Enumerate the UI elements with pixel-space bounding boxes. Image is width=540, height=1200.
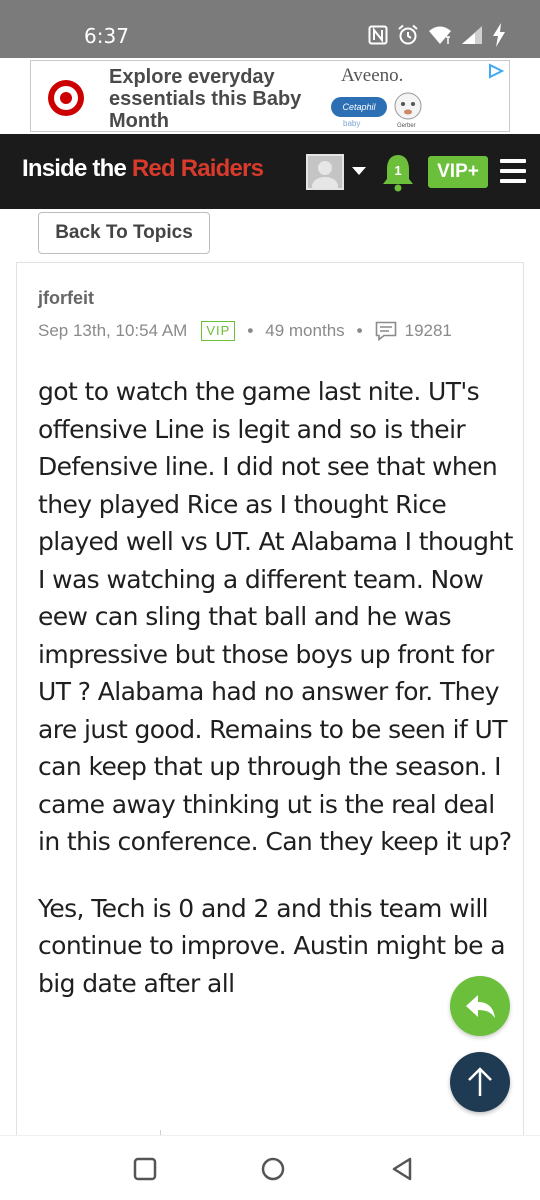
meta-separator: •	[356, 321, 363, 340]
system-nav-bar	[0, 1135, 540, 1200]
ad-brand-gerber: Gerber	[397, 123, 416, 129]
ad-choices-icon[interactable]	[487, 63, 505, 79]
post-date: Sep 13th, 10:54 AM	[38, 321, 188, 340]
back-to-topics-button[interactable]: Back To Topics	[38, 212, 210, 254]
avatar[interactable]	[306, 154, 344, 190]
post-author[interactable]: jforfeit	[38, 288, 94, 309]
vip-plus-button[interactable]: VIP+	[428, 156, 488, 188]
recents-icon[interactable]	[132, 1156, 158, 1182]
menu-icon[interactable]	[500, 159, 526, 183]
status-time: 6:37	[84, 24, 129, 48]
reply-icon	[466, 995, 495, 1018]
post-paragraph: got to watch the game last nite. UT's of…	[38, 377, 513, 856]
logo-accent: Red Raiders	[131, 155, 264, 182]
site-header: Inside the Red Raiders 1 VIP+	[0, 134, 540, 209]
ad-headline: Explore everyday essentials this Baby Mo…	[109, 66, 302, 132]
back-icon[interactable]	[390, 1156, 416, 1182]
target-logo-icon	[48, 80, 84, 116]
user-avatar-icon	[308, 156, 342, 188]
wifi-icon	[429, 26, 451, 44]
scroll-to-top-button[interactable]	[450, 1052, 510, 1112]
reply-button[interactable]	[450, 976, 510, 1036]
alarm-icon	[398, 24, 418, 45]
home-icon[interactable]	[260, 1156, 286, 1182]
notification-count: 1	[394, 163, 402, 178]
member-tenure: 49 months	[265, 321, 345, 340]
ad-brand-cetaphil: Cetaphil	[331, 97, 387, 117]
arrow-up-icon	[468, 1067, 492, 1096]
meta-separator: •	[247, 321, 254, 340]
logo-prefix: Inside the	[22, 155, 132, 182]
ad-brand-aveeno: Aveeno.	[341, 65, 404, 86]
cell-signal-icon	[462, 26, 482, 44]
post-meta: Sep 13th, 10:54 AM VIP • 49 months • 192…	[38, 320, 452, 342]
charging-icon	[493, 23, 505, 47]
site-logo[interactable]: Inside the Red Raiders	[22, 155, 264, 183]
gerber-baby-icon	[394, 92, 422, 120]
comment-icon	[375, 321, 396, 341]
ad-box[interactable]: Explore everyday essentials this Baby Mo…	[30, 60, 510, 132]
ad-brand-cetaphil-sub: baby	[343, 119, 361, 128]
ad-banner[interactable]: Explore everyday essentials this Baby Mo…	[0, 58, 540, 134]
vip-badge: VIP	[201, 321, 236, 341]
nfc-icon	[368, 25, 388, 45]
status-icons	[368, 22, 506, 48]
status-bar: 6:37	[0, 0, 540, 58]
chevron-down-icon[interactable]	[352, 167, 366, 175]
post-count: 19281	[404, 321, 452, 340]
post-body: got to watch the game last nite. UT's of…	[38, 373, 514, 1031]
post-paragraph: Yes, Tech is 0 and 2 and this team will …	[38, 893, 506, 998]
